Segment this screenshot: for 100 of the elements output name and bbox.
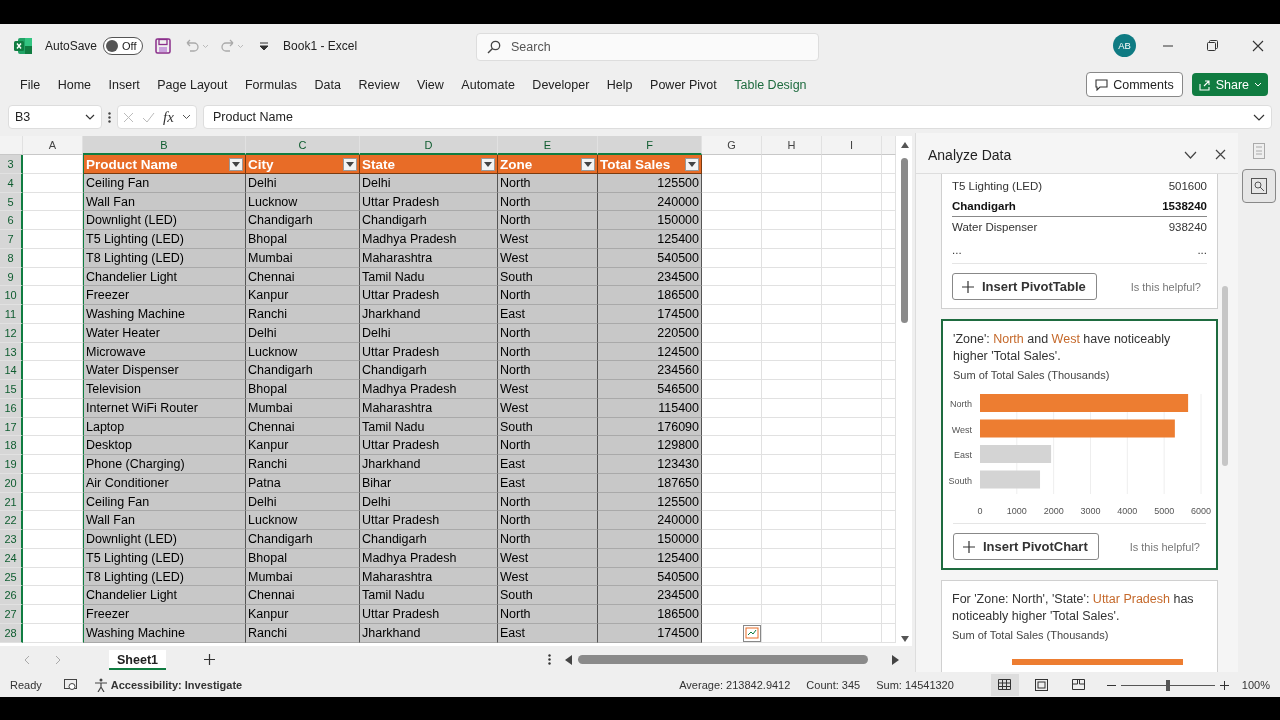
row-number[interactable]: 22 (0, 511, 23, 531)
filter-button[interactable] (685, 157, 699, 171)
more-options-icon[interactable] (548, 654, 551, 666)
grid-cell[interactable] (762, 530, 822, 549)
grid-cell[interactable] (882, 286, 896, 306)
grid-cell[interactable] (702, 548, 762, 568)
dropdown-icon[interactable] (181, 114, 191, 121)
grid-cell[interactable] (702, 455, 762, 474)
row-number[interactable]: 3 (0, 155, 23, 174)
grid-cell[interactable] (822, 323, 882, 343)
close-icon[interactable] (1251, 39, 1264, 52)
grid-cell[interactable] (822, 548, 882, 568)
ribbon-tab[interactable]: Insert (100, 73, 148, 96)
row-number[interactable]: 23 (0, 530, 23, 549)
grid-cell[interactable] (762, 398, 822, 418)
grid-cell[interactable] (882, 211, 896, 231)
grid-cell[interactable] (762, 361, 822, 381)
grid-cell[interactable] (822, 417, 882, 437)
grid-cell[interactable] (762, 567, 822, 587)
grid-cell[interactable] (882, 473, 896, 493)
grid-cell[interactable] (762, 192, 822, 212)
grid-cell[interactable] (822, 605, 882, 624)
grid-cell[interactable] (702, 605, 762, 624)
grid-cell[interactable] (702, 230, 762, 249)
grid-cell[interactable] (822, 248, 882, 268)
grid-cell[interactable] (882, 305, 896, 324)
grid-cell[interactable] (702, 211, 762, 231)
ribbon-tab[interactable]: Help (598, 73, 641, 96)
filter-button[interactable] (481, 157, 495, 171)
ribbon-tab[interactable]: Formulas (236, 73, 306, 96)
grid-cell[interactable] (702, 417, 762, 437)
row-number[interactable]: 10 (0, 286, 23, 306)
grid-cell[interactable] (822, 211, 882, 231)
grid-cell[interactable] (822, 230, 882, 249)
scrollbar-thumb[interactable] (1222, 286, 1228, 467)
column-header[interactable]: H (762, 136, 822, 156)
grid-cell[interactable] (702, 511, 762, 531)
grid-cell[interactable] (762, 605, 822, 624)
formula-field[interactable]: Product Name (203, 105, 1272, 130)
grid-cell[interactable] (762, 286, 822, 306)
grid-cell[interactable] (762, 173, 822, 193)
collapse-icon[interactable] (1184, 150, 1197, 159)
grid-cell[interactable] (702, 530, 762, 549)
grid-cell[interactable] (822, 530, 882, 549)
grid-cell[interactable] (762, 342, 822, 362)
ribbon-tab[interactable]: Page Layout (149, 73, 236, 96)
grid-cell[interactable] (822, 380, 882, 399)
grid-cell[interactable] (882, 323, 896, 343)
expand-icon[interactable] (1253, 113, 1265, 121)
grid-cell[interactable] (762, 417, 822, 437)
grid-cell[interactable] (702, 380, 762, 399)
grid-cell[interactable] (882, 511, 896, 531)
grid-cell[interactable] (762, 511, 822, 531)
previous-sheet-icon[interactable] (24, 654, 30, 665)
grid-cell[interactable] (882, 492, 896, 512)
grid-cell[interactable] (822, 623, 882, 643)
ribbon-tab[interactable]: File (12, 73, 49, 96)
grid-cell[interactable] (822, 473, 882, 493)
restore-icon[interactable] (1207, 40, 1218, 52)
grid-cell[interactable] (702, 473, 762, 493)
grid-cell[interactable] (822, 361, 882, 381)
redo-icon[interactable] (219, 37, 246, 54)
ribbon-tab[interactable]: Home (49, 73, 99, 96)
accessibility-icon[interactable] (93, 678, 108, 693)
ribbon-tab[interactable]: Automate (453, 73, 523, 96)
grid-cell[interactable] (702, 323, 762, 343)
row-number[interactable]: 6 (0, 211, 23, 231)
grid-cell[interactable] (762, 248, 822, 268)
filter-button[interactable] (343, 157, 357, 171)
grid-cell[interactable] (762, 155, 822, 174)
grid-cell[interactable] (882, 342, 896, 362)
quick-analysis-icon[interactable] (743, 624, 761, 642)
grid-cell[interactable] (702, 492, 762, 512)
grid-cell[interactable] (702, 342, 762, 362)
view-button[interactable] (990, 674, 1019, 697)
grid-cell[interactable] (822, 436, 882, 456)
save-icon[interactable] (155, 37, 172, 54)
feedback-link[interactable]: Is this helpful? (1129, 540, 1200, 553)
scrollbar-thumb[interactable] (578, 655, 868, 665)
grid-cell[interactable] (882, 173, 896, 193)
grid-cell[interactable] (702, 248, 762, 268)
grid-cell[interactable] (882, 530, 896, 549)
scroll-down-icon[interactable] (900, 636, 909, 643)
grid-cell[interactable] (882, 417, 896, 437)
grid-cell[interactable] (822, 398, 882, 418)
row-number[interactable]: 7 (0, 230, 23, 249)
grid-cell[interactable] (822, 342, 882, 362)
grid-cell[interactable] (822, 173, 882, 193)
grid-cell[interactable] (822, 455, 882, 474)
macro-record-icon[interactable] (63, 679, 77, 692)
grid-cell[interactable] (822, 155, 882, 174)
grid-cell[interactable] (882, 192, 896, 212)
grid-cell[interactable] (762, 623, 822, 643)
grid-cell[interactable] (762, 455, 822, 474)
grid-cell[interactable] (822, 286, 882, 306)
grid-cell[interactable] (882, 623, 896, 643)
comments-button[interactable]: Comments (1086, 72, 1183, 98)
grid-cell[interactable] (762, 548, 822, 568)
ribbon-tab[interactable]: Developer (524, 73, 598, 96)
slider-thumb[interactable] (1165, 679, 1170, 691)
